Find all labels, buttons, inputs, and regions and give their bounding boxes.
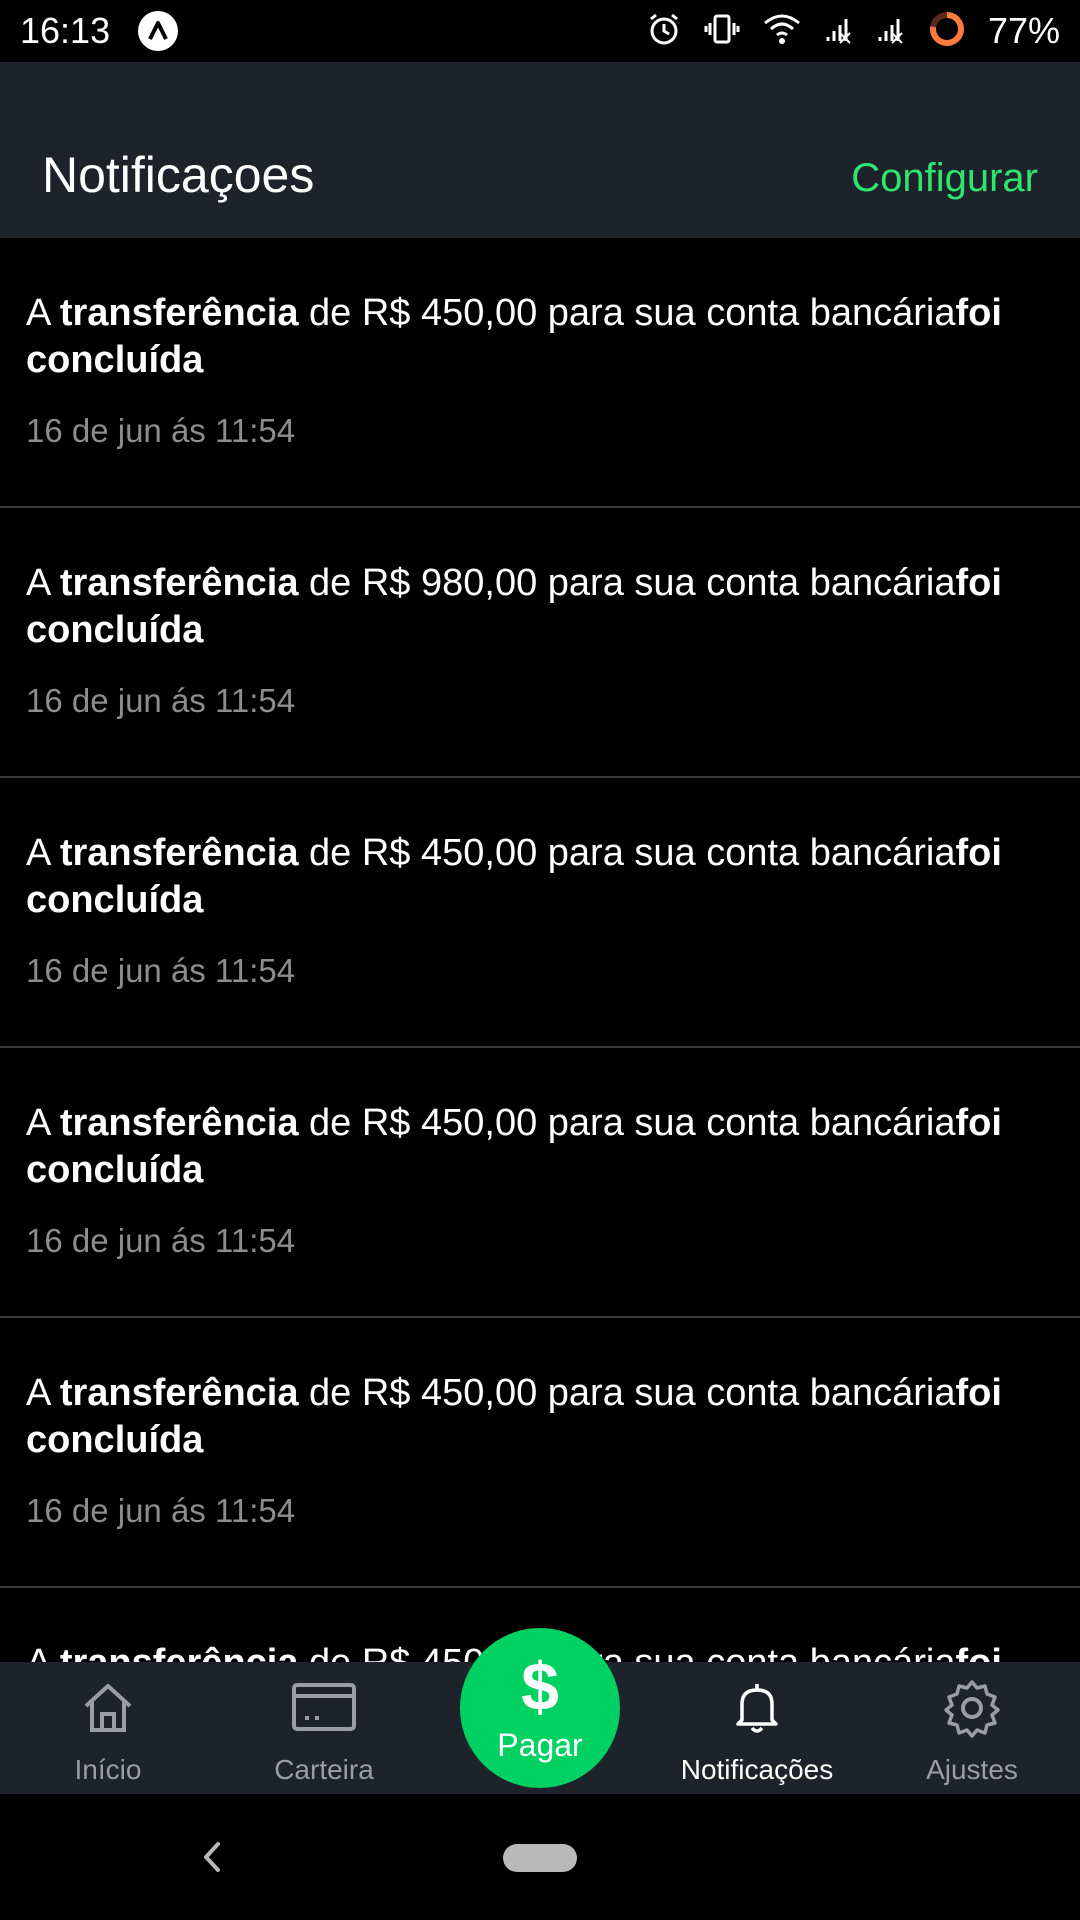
nav-item-notificacoes[interactable]: Notificações — [657, 1676, 857, 1786]
app-header: Notificaçoes Configurar — [0, 62, 1080, 238]
notification-timestamp: 16 de jun ás 11:54 — [26, 1222, 296, 1259]
pay-button[interactable]: $ Pagar — [460, 1628, 620, 1788]
notification-timestamp: 16 de jun ás 11:54 — [26, 1492, 296, 1529]
nav-label-inicio: Início — [74, 1754, 142, 1785]
bell-icon — [657, 1676, 857, 1740]
configure-button[interactable]: Configurar — [851, 158, 1038, 198]
home-icon — [8, 1676, 208, 1740]
nav-label-ajustes: Ajustes — [926, 1754, 1018, 1785]
notification-text-bold1: transferência — [59, 1102, 299, 1144]
notification-text: A transferência de R$ 450,00 para sua co… — [26, 1100, 1054, 1194]
battery-percentage: 77% — [987, 10, 1060, 51]
notification-text-prefix: A — [26, 1102, 60, 1144]
notification-text-prefix: A — [26, 1642, 60, 1662]
notification-timestamp: 16 de jun ás 11:54 — [26, 952, 296, 989]
notification-text-bold1: transferência — [59, 1372, 299, 1414]
app-notification-icon — [138, 11, 179, 51]
notification-text-bold2: foi — [956, 1642, 1002, 1662]
notification-list[interactable]: A transferência de R$ 450,00 para sua co… — [0, 238, 1080, 1662]
notification-item[interactable]: A transferência de R$ 450,00 para sua co… — [0, 778, 1080, 1048]
dollar-icon: $ — [521, 1648, 559, 1725]
notification-text-bold1: transferência — [59, 832, 299, 874]
nav-item-inicio[interactable]: Início — [8, 1676, 208, 1786]
notification-text-prefix: A — [26, 292, 60, 334]
alarm-icon — [646, 11, 682, 52]
notification-text-middle: de R$ 450,00 para sua conta bancária — [298, 1372, 956, 1414]
home-gesture-pill[interactable] — [503, 1844, 577, 1872]
notification-item[interactable]: A transferência de R$ 980,00 para sua co… — [0, 508, 1080, 778]
notification-timestamp: 16 de jun ás 11:54 — [26, 682, 296, 719]
nav-label-notificacoes: Notificações — [680, 1754, 834, 1785]
notification-text-bold1: transferência — [59, 292, 299, 334]
pay-label: Pagar — [497, 1726, 583, 1763]
battery-ring-icon — [928, 10, 966, 53]
nav-item-carteira[interactable]: Carteira — [224, 1676, 424, 1786]
notification-text-prefix: A — [26, 1372, 60, 1414]
notification-item[interactable]: A transferência de R$ 450,00 para sua co… — [0, 238, 1080, 508]
status-bar: 16:13 77% — [0, 0, 1080, 62]
notification-text: A transferência de R$ 450,00 para sua co… — [26, 830, 1054, 924]
nav-label-carteira: Carteira — [274, 1754, 374, 1785]
notification-text-middle: de R$ 450,00 para sua conta bancária — [298, 1642, 955, 1662]
notification-text-bold1: transferência — [60, 1642, 299, 1662]
signal-icon — [876, 11, 906, 52]
notification-timestamp: 16 de jun ás 11:54 — [26, 412, 296, 449]
notification-text-middle: de R$ 450,00 para sua conta bancária — [298, 1102, 956, 1144]
notification-item[interactable]: A transferência de R$ 450,00 para sua co… — [0, 1318, 1080, 1588]
notification-text: A transferência de R$ 980,00 para sua co… — [26, 560, 1054, 654]
notification-text: A transferência de R$ 450,00 para sua co… — [26, 290, 1054, 384]
status-time: 16:13 — [20, 10, 111, 51]
vibrate-icon — [704, 11, 740, 52]
notification-text-middle: de R$ 980,00 para sua conta bancária — [298, 562, 956, 604]
notification-text-bold1: transferência — [59, 562, 299, 604]
notification-text-prefix: A — [26, 832, 60, 874]
signal-icon — [824, 11, 854, 52]
wifi-icon — [762, 11, 802, 52]
page-title: Notificaçoes — [42, 147, 315, 203]
notification-text-prefix: A — [26, 562, 60, 604]
notification-text-middle: de R$ 450,00 para sua conta bancária — [298, 832, 956, 874]
notification-text-middle: de R$ 450,00 para sua conta bancária — [298, 292, 956, 334]
notification-item[interactable]: A transferência de R$ 450,00 para sua co… — [0, 1048, 1080, 1318]
notification-text: A transferência de R$ 450,00 para sua co… — [26, 1370, 1054, 1464]
back-icon[interactable] — [192, 1832, 232, 1882]
gear-icon — [872, 1676, 1072, 1740]
nav-item-ajustes[interactable]: Ajustes — [872, 1676, 1072, 1786]
wallet-card-icon — [224, 1676, 424, 1740]
